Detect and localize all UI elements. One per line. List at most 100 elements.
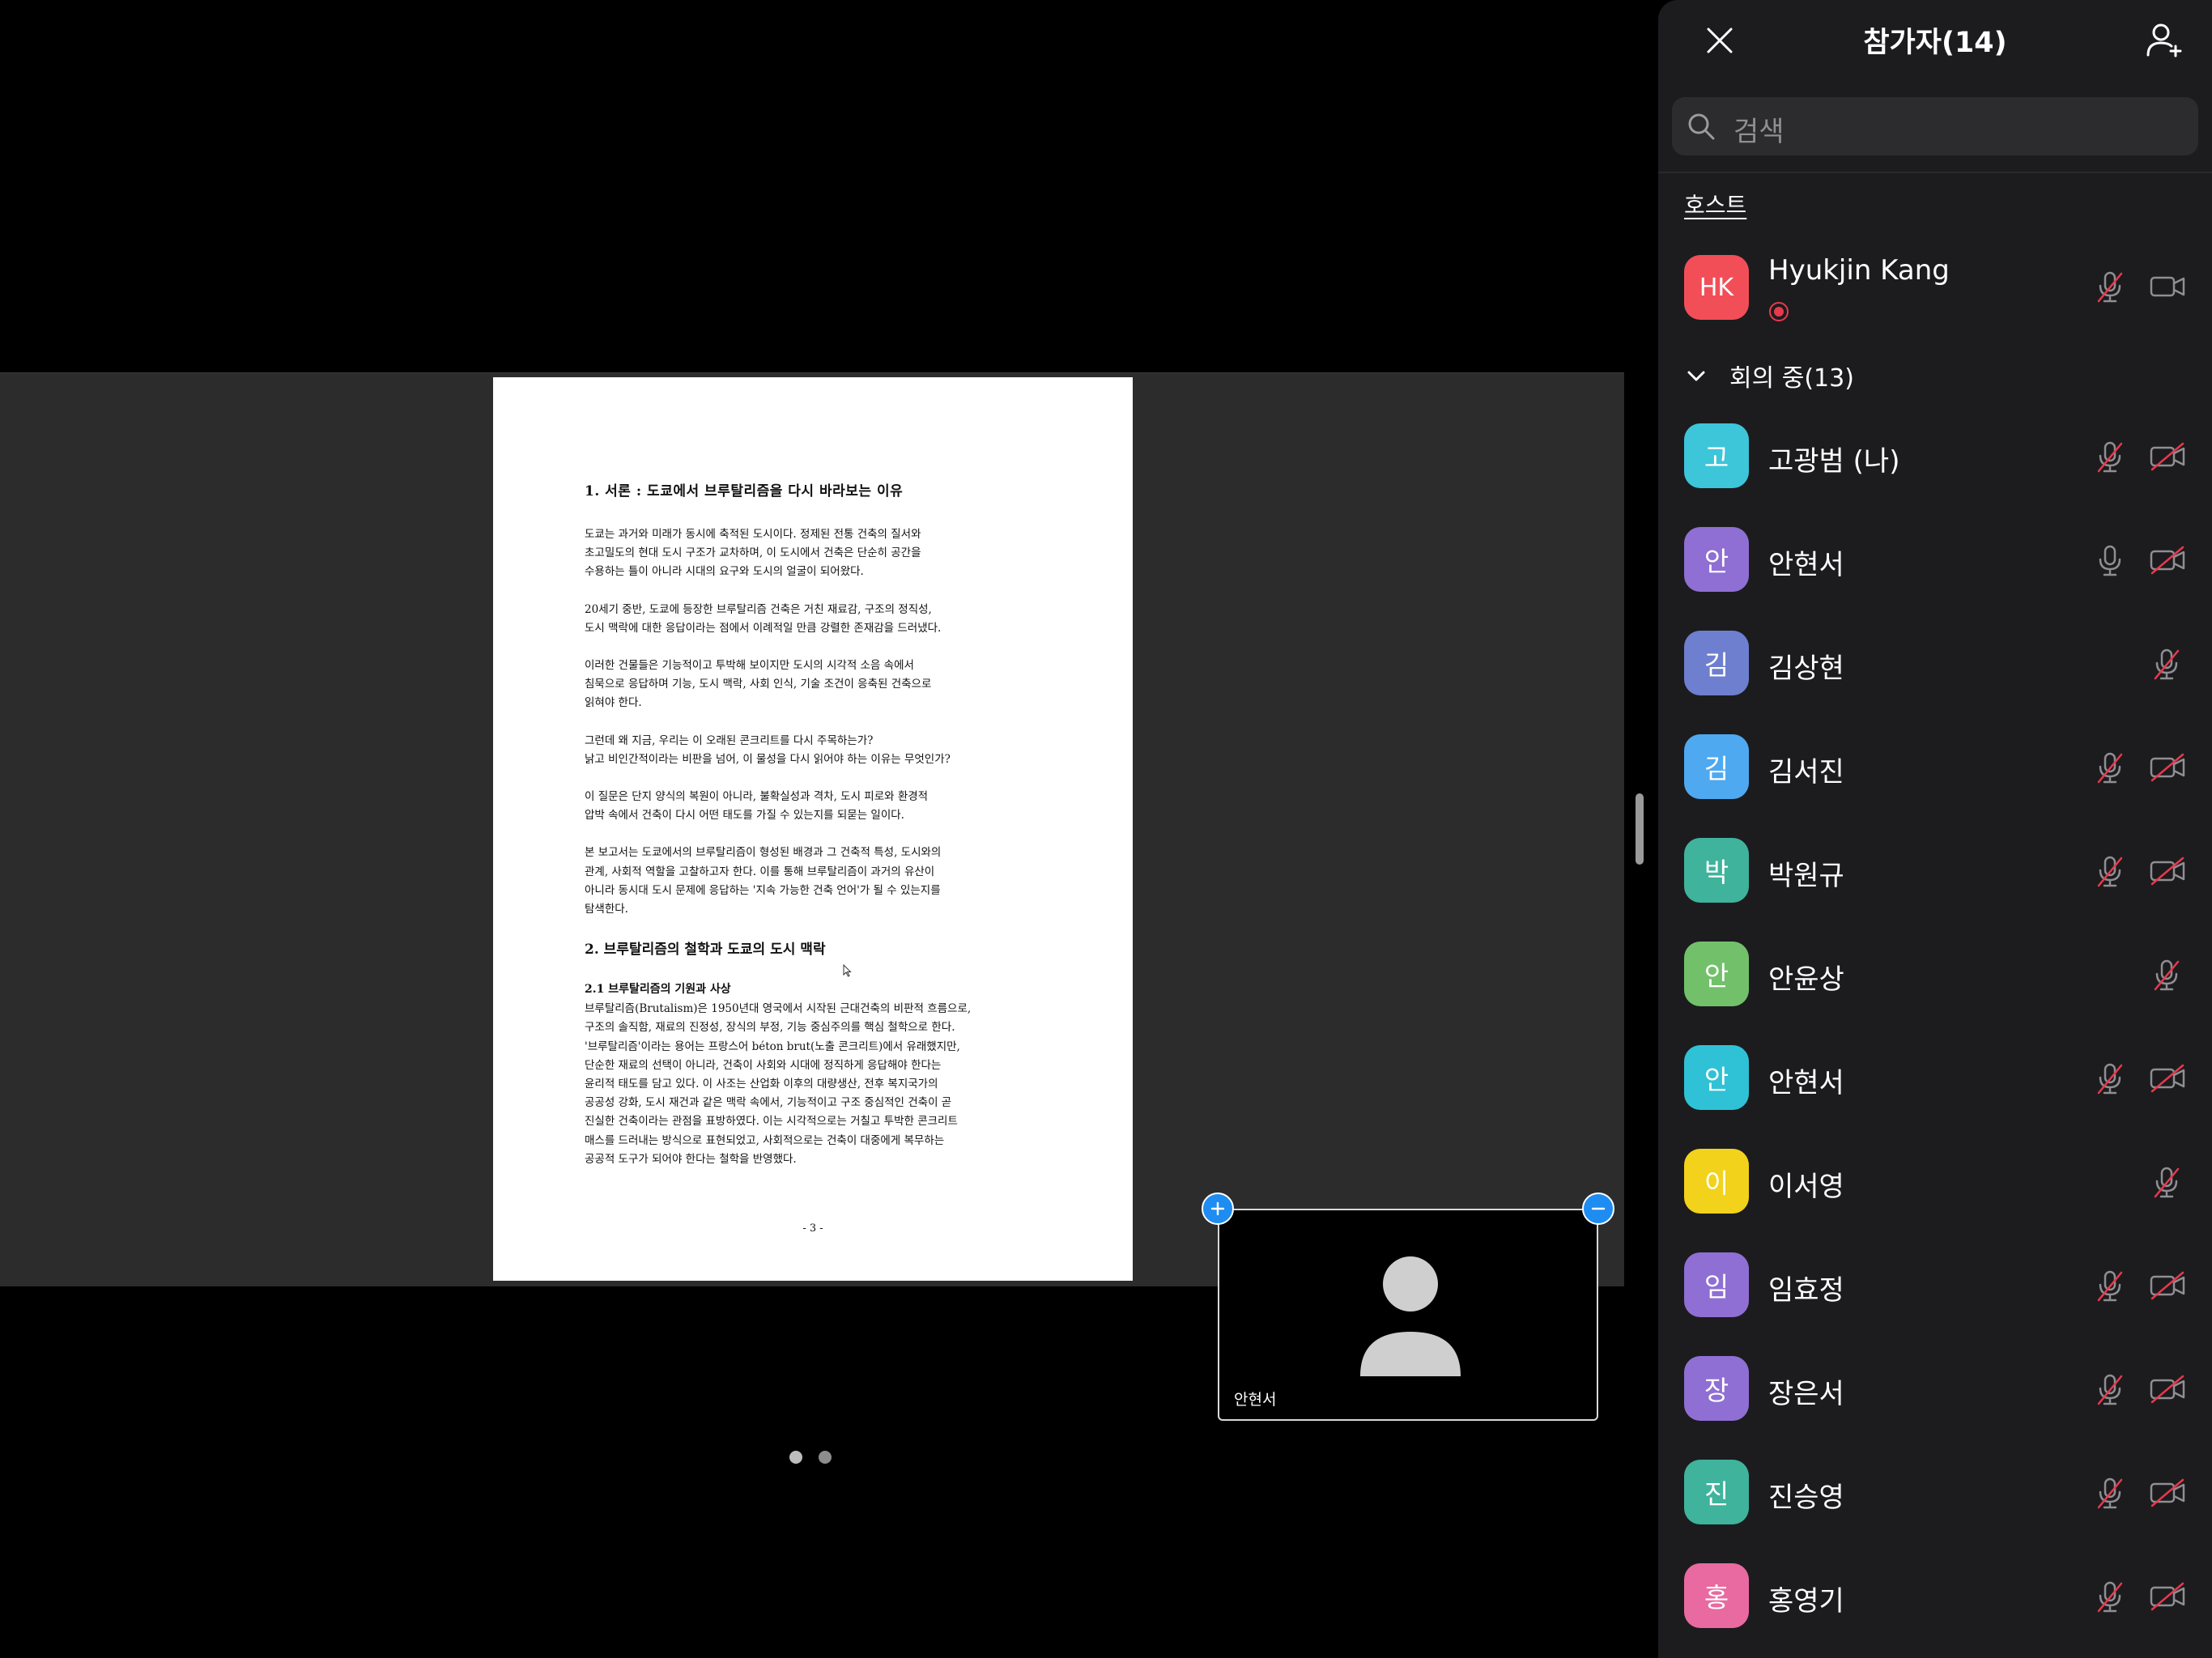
participant-search-input[interactable]: 검색 [1672,97,2198,155]
avatar: 홍 [1684,1563,1749,1628]
participants-panel: 참가자(14) 검색 호스트 HK Hyukjin Kang 회의 중(13) … [1658,0,2212,1658]
participant-row[interactable]: 장 장은서 [1658,1337,2212,1441]
chevron-down-icon [1687,371,1705,381]
participant-name: 안현서 [1768,1067,1844,1099]
search-icon [1688,113,1715,140]
enlarge-view-button[interactable] [1202,1192,1234,1225]
participant-row[interactable]: 김 김상현 [1658,612,2212,716]
camera-off-icon[interactable] [2149,1582,2186,1611]
avatar: 임 [1684,1252,1749,1317]
shared-document-page: 1. 서론 : 도쿄에서 브루탈리즘을 다시 바라보는 이유 도쿄는 과거와 미… [493,377,1133,1281]
participant-row[interactable]: 홍 홍영기 [1658,1545,2212,1648]
self-view-video[interactable]: 안현서 [1218,1209,1598,1421]
mouse-pointer-icon [843,964,852,977]
participant-name: 장은서 [1768,1378,1844,1410]
mic-muted-icon[interactable] [2092,269,2128,304]
camera-off-icon[interactable] [2149,857,2186,886]
doc-paragraph: 도쿄는 과거와 미래가 동시에 축적된 도시이다. 정제된 전통 건축의 질서와… [585,528,921,579]
mic-muted-icon[interactable] [2092,750,2128,785]
avatar: 안 [1684,942,1749,1006]
panel-header: 참가자(14) [1658,0,2212,81]
doc-paragraph: 이러한 건물들은 기능적이고 투박해 보이지만 도시의 시각적 소음 속에서 침… [585,659,932,710]
camera-off-icon[interactable] [2149,1064,2186,1093]
page-indicator[interactable] [789,1451,832,1464]
mic-on-icon[interactable] [2092,542,2128,578]
avatar: 안 [1684,527,1749,592]
mic-muted-icon[interactable] [2092,1579,2128,1614]
self-view-name: 안현서 [1234,1391,1277,1409]
doc-heading-2: 2. 브루탈리즘의 철학과 도쿄의 도시 맥락 [585,942,826,959]
participant-name: 고광범 (나) [1768,445,1900,478]
doc-heading-1: 1. 서론 : 도쿄에서 브루탈리즘을 다시 바라보는 이유 [585,483,904,500]
participant-row[interactable]: 안 안윤상 [1658,923,2212,1027]
avatar: 김 [1684,631,1749,695]
mic-muted-icon[interactable] [2092,1475,2128,1511]
participant-name: 임효정 [1768,1274,1844,1307]
avatar: 장 [1684,1356,1749,1421]
host-row[interactable]: HK Hyukjin Kang [1658,236,2212,340]
avatar: 고 [1684,423,1749,488]
split-resize-handle[interactable] [1636,793,1644,865]
panel-title: 참가자(14) [1863,27,2007,59]
doc-paragraph: 이 질문은 단지 양식의 복원이 아니라, 불확실성과 격차, 도시 피로와 환… [585,790,929,823]
add-participant-icon[interactable] [2144,19,2184,60]
participant-row[interactable]: 박 박원규 [1658,819,2212,923]
participant-row[interactable]: 이 이서영 [1658,1130,2212,1234]
mic-muted-icon[interactable] [2092,1268,2128,1303]
participant-name: 박원규 [1768,860,1844,892]
avatar: 김 [1684,734,1749,799]
mic-muted-icon[interactable] [2092,853,2128,889]
divider [1658,172,2212,173]
person-placeholder-icon [1360,1256,1461,1376]
in-meeting-group-toggle[interactable]: 회의 중(13) [1684,356,1854,395]
participant-name: 안현서 [1768,549,1844,581]
participant-row[interactable]: 안 안현서 [1658,508,2212,612]
doc-paragraph: 브루탈리즘(Brutalism)은 1950년대 영국에서 시작된 근대건축의 … [585,1002,972,1166]
camera-off-icon[interactable] [2149,1271,2186,1300]
participant-name: 김서진 [1768,756,1844,789]
doc-paragraph: 그런데 왜 지금, 우리는 이 오래된 콘크리트를 다시 주목하는가? 낡고 비… [585,733,951,766]
participant-row[interactable]: 고 고광범 (나) [1658,405,2212,508]
mic-muted-icon[interactable] [2149,646,2184,682]
doc-paragraph: 20세기 중반, 도쿄에 등장한 브루탈리즘 건축은 거친 재료감, 구조의 정… [585,602,942,635]
participant-name: 안윤상 [1768,963,1844,996]
host-section-label: 호스트 [1684,192,1747,219]
camera-off-icon[interactable] [2149,1375,2186,1404]
avatar: 박 [1684,838,1749,903]
participant-row[interactable]: 임 임효정 [1658,1234,2212,1337]
avatar: 이 [1684,1149,1749,1214]
search-placeholder: 검색 [1733,116,1784,148]
doc-page-number: - 3 - [802,1222,823,1235]
participant-name: 진승영 [1768,1482,1844,1514]
avatar: HK [1684,255,1749,320]
camera-on-icon[interactable] [2149,272,2186,301]
mic-muted-icon[interactable] [2092,1061,2128,1096]
mic-muted-icon[interactable] [2149,957,2184,993]
page-dot-active[interactable] [789,1451,802,1464]
mic-muted-icon[interactable] [2092,1371,2128,1407]
camera-off-icon[interactable] [2149,442,2186,471]
shrink-view-button[interactable] [1582,1192,1614,1225]
page-dot[interactable] [819,1451,832,1464]
participant-name: 홍영기 [1768,1585,1844,1618]
shared-screen-stage: 1. 서론 : 도쿄에서 브루탈리즘을 다시 바라보는 이유 도쿄는 과거와 미… [0,0,1624,1658]
recording-icon [1769,302,1789,321]
doc-paragraph: 본 보고서는 도쿄에서의 브루탈리즘이 형성된 배경과 그 건축적 특성, 도시… [585,846,942,916]
in-meeting-group-label: 회의 중(13) [1729,364,1854,393]
participant-name: 이서영 [1768,1171,1844,1203]
camera-off-icon[interactable] [2149,1478,2186,1507]
plus-icon [1210,1201,1225,1216]
mic-muted-icon[interactable] [2149,1164,2184,1200]
camera-off-icon[interactable] [2149,753,2186,782]
minus-icon [1591,1207,1606,1210]
doc-heading-3: 2.1 브루탈리즘의 기원과 사상 [585,983,731,997]
participant-row[interactable]: 안 안현서 [1658,1027,2212,1130]
avatar: 안 [1684,1045,1749,1110]
mic-muted-icon[interactable] [2092,439,2128,474]
camera-off-icon[interactable] [2149,546,2186,575]
participant-row[interactable]: 김 김서진 [1658,716,2212,819]
participant-name: 김상현 [1768,653,1844,685]
participant-name: Hyukjin Kang [1768,254,1950,287]
participant-row[interactable]: 진 진승영 [1658,1441,2212,1545]
avatar: 진 [1684,1460,1749,1524]
